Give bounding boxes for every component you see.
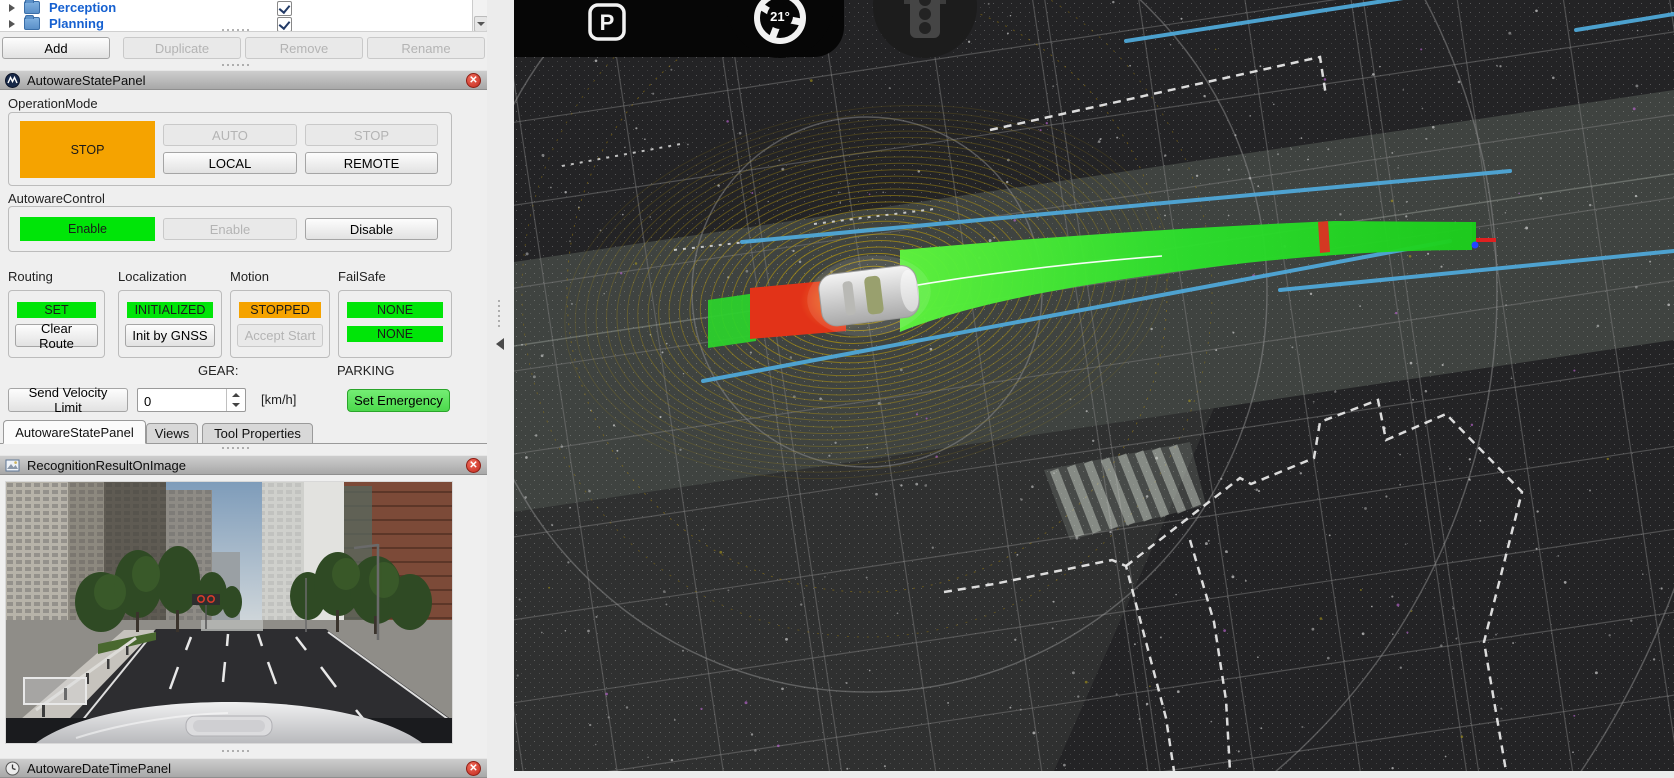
panel-title: RecognitionResultOnImage	[27, 458, 186, 473]
localization-status: INITIALIZED	[127, 302, 213, 318]
splitter-handle[interactable]	[222, 29, 249, 31]
camera-scene	[6, 482, 452, 743]
datetime-panel-titlebar[interactable]: AutowareDateTimePanel ✕	[0, 758, 487, 778]
spin-up-icon[interactable]	[227, 389, 245, 400]
routing-status: SET	[17, 302, 96, 318]
clock-icon	[5, 761, 20, 776]
panel-title: AutowareDateTimePanel	[27, 761, 171, 776]
rviz-left-panel: Perception Planning Add Duplicate Remove…	[0, 0, 487, 771]
tab-tool-properties[interactable]: Tool Properties	[202, 423, 313, 444]
routing-label: Routing	[8, 269, 53, 284]
init-by-gnss-button[interactable]: Init by GNSS	[125, 324, 215, 347]
expand-arrow-icon[interactable]	[9, 4, 15, 12]
expand-arrow-icon[interactable]	[9, 20, 15, 28]
svg-text:P: P	[600, 10, 615, 35]
image-icon	[5, 458, 20, 473]
hud-overlay: P 21°	[514, 0, 977, 58]
rviz-3d-viewport[interactable]: P 21°	[514, 0, 1674, 771]
displays-tree[interactable]: Perception Planning	[0, 0, 487, 32]
camera-image	[5, 481, 453, 744]
perception-checkbox[interactable]	[277, 1, 292, 16]
rename-button[interactable]: Rename	[367, 37, 485, 59]
localization-label: Localization	[118, 269, 187, 284]
remote-button[interactable]: REMOTE	[305, 152, 438, 174]
stop-button[interactable]: STOP	[305, 124, 438, 146]
pointcloud-ground-texture	[514, 0, 1674, 771]
failsafe-group	[338, 290, 452, 358]
splitter-handle[interactable]	[498, 300, 500, 327]
splitter-handle[interactable]	[222, 447, 249, 449]
motion-label: Motion	[230, 269, 269, 284]
tab-autoware-state-panel[interactable]: AutowareStatePanel	[3, 420, 146, 444]
panel-splitter[interactable]	[487, 0, 514, 771]
failsafe-status-2: NONE	[347, 326, 443, 342]
duplicate-button[interactable]: Duplicate	[123, 37, 241, 59]
close-icon[interactable]: ✕	[466, 761, 481, 776]
auto-button[interactable]: AUTO	[163, 124, 297, 146]
gear-label: GEAR:	[198, 363, 238, 378]
disable-button[interactable]: Disable	[305, 218, 438, 240]
accept-start-button[interactable]: Accept Start	[237, 324, 323, 347]
planning-checkbox[interactable]	[277, 17, 292, 32]
autoware-state-panel-titlebar[interactable]: AutowareStatePanel ✕	[0, 70, 487, 90]
splitter-handle[interactable]	[222, 750, 249, 752]
close-icon[interactable]: ✕	[466, 458, 481, 473]
parking-label: PARKING	[337, 363, 395, 378]
recognition-panel-titlebar[interactable]: RecognitionResultOnImage ✕	[0, 455, 487, 475]
velocity-limit-input[interactable]	[138, 389, 232, 413]
tree-item-perception[interactable]: Perception	[0, 0, 470, 15]
add-button[interactable]: Add	[2, 37, 110, 59]
autoware-control-status: Enable	[20, 217, 155, 241]
local-button[interactable]: LOCAL	[163, 152, 297, 174]
operation-mode-status: STOP	[20, 121, 155, 178]
tab-views[interactable]: Views	[146, 423, 198, 444]
panel-title: AutowareStatePanel	[27, 73, 146, 88]
failsafe-label: FailSafe	[338, 269, 386, 284]
svg-text:21°: 21°	[770, 9, 790, 24]
tree-scrollbar[interactable]	[472, 0, 487, 31]
folder-icon	[24, 17, 40, 30]
close-icon[interactable]: ✕	[466, 73, 481, 88]
panel-tabbar: AutowareStatePanel Views Tool Properties	[0, 420, 487, 444]
viewport-scene[interactable]: P 21°	[514, 0, 1674, 771]
folder-icon	[24, 1, 40, 14]
enable-button[interactable]: Enable	[163, 218, 297, 240]
motion-status: STOPPED	[239, 302, 321, 318]
send-velocity-limit-button[interactable]: Send Velocity Limit	[8, 388, 128, 412]
tree-item-label: Perception	[49, 0, 116, 15]
autoware-logo-icon	[5, 73, 20, 88]
remove-button[interactable]: Remove	[245, 37, 363, 59]
failsafe-status-1: NONE	[347, 302, 443, 318]
spin-down-icon[interactable]	[227, 400, 245, 411]
velocity-limit-spinbox[interactable]	[137, 388, 246, 412]
tree-item-label: Planning	[49, 16, 104, 31]
kmh-unit-label: [km/h]	[261, 392, 296, 407]
set-emergency-button[interactable]: Set Emergency	[347, 389, 450, 412]
operation-mode-label: OperationMode	[8, 96, 98, 111]
clear-route-button[interactable]: Clear Route	[15, 324, 98, 347]
collapse-left-icon[interactable]	[496, 338, 504, 350]
splitter-handle[interactable]	[222, 64, 249, 66]
scroll-down-icon[interactable]	[474, 16, 487, 32]
autoware-control-label: AutowareControl	[8, 191, 105, 206]
